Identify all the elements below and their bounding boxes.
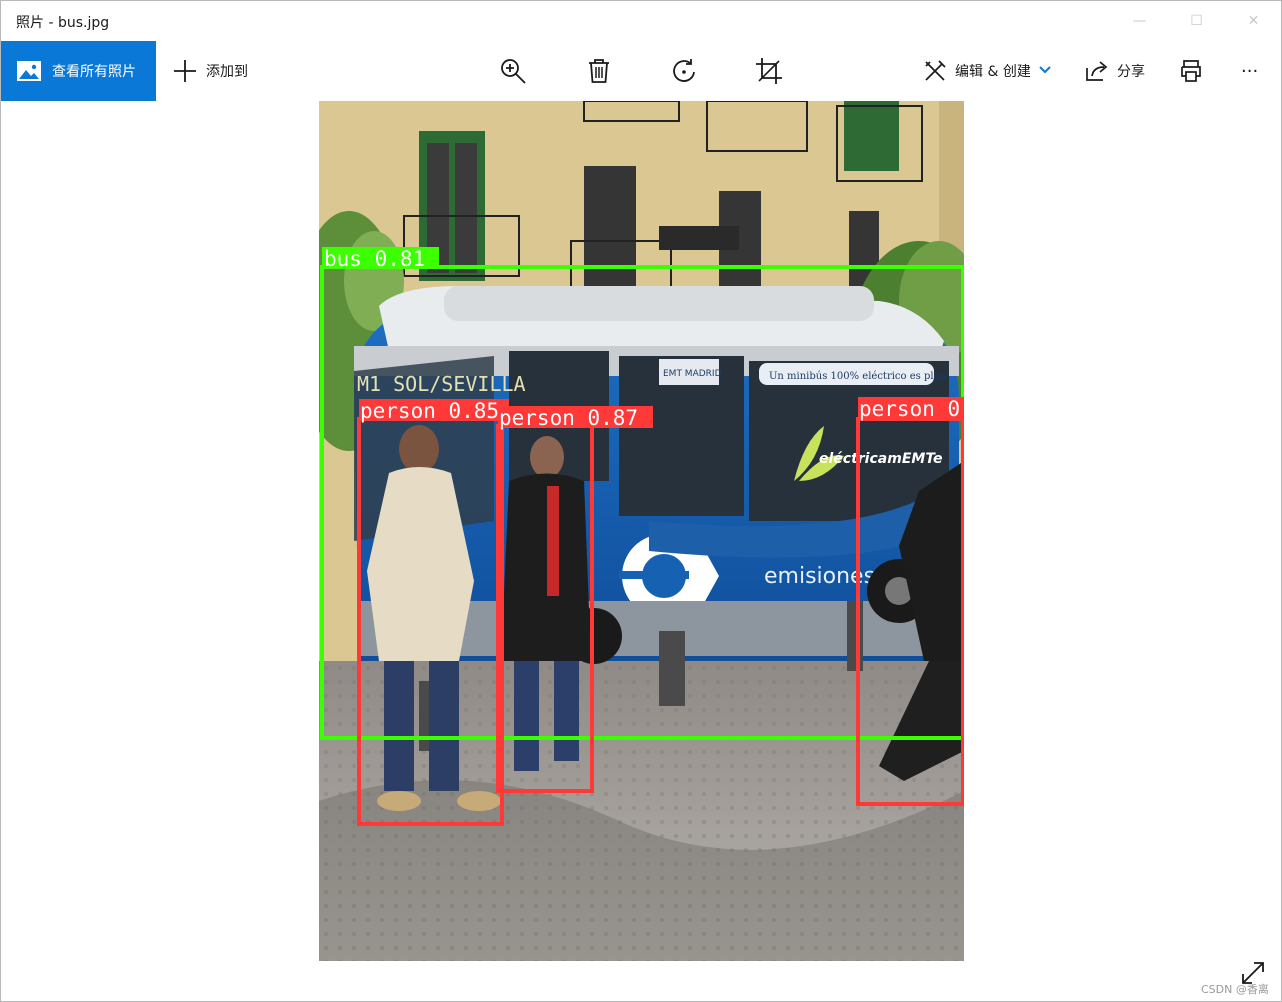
detection-label-bus: bus 0.81 <box>324 247 425 271</box>
maximize-button[interactable]: ☐ <box>1168 1 1225 41</box>
watermark: CSDN @香离 <box>1201 983 1269 996</box>
delete-button[interactable] <box>585 41 613 101</box>
crop-icon <box>755 57 783 85</box>
gallery-icon <box>16 59 42 83</box>
bus-banner-text: Un minibús 100% eléctrico es plan <box>769 371 947 382</box>
edit-create-button[interactable]: 编辑 & 创建 <box>921 41 1051 101</box>
chevron-down-icon <box>1039 63 1051 79</box>
bus-photo: M1 SOL/SEVILLA Un minibús 100% eléctrico… <box>319 101 964 961</box>
more-options-button[interactable]: ··· <box>1241 41 1258 101</box>
detection-label-person-3: person 0 <box>859 397 960 421</box>
edit-create-label: 编辑 & 创建 <box>955 64 1031 80</box>
trash-icon <box>585 57 613 85</box>
rotate-icon <box>670 57 698 85</box>
crop-button[interactable] <box>755 41 783 101</box>
printer-icon <box>1177 57 1205 85</box>
add-to-label: 添加到 <box>206 64 248 80</box>
bus-badge: EMT MADRID <box>663 369 722 379</box>
share-icon <box>1083 57 1111 85</box>
print-button[interactable] <box>1177 41 1205 101</box>
bus-logo-text: eléctricamEMTe <box>819 451 943 467</box>
share-label: 分享 <box>1117 64 1145 80</box>
minimize-button[interactable]: — <box>1111 1 1168 41</box>
window-title: 照片 - bus.jpg <box>16 15 110 31</box>
title-bar: 照片 - bus.jpg — ☐ ✕ <box>1 1 1281 41</box>
photo-view: M1 SOL/SEVILLA Un minibús 100% eléctrico… <box>319 101 964 961</box>
zoom-button[interactable] <box>499 41 527 101</box>
photos-app-window: 照片 - bus.jpg — ☐ ✕ 查看所有照片 添加到 编辑 & 创建 分享… <box>0 0 1282 1002</box>
close-button[interactable]: ✕ <box>1225 1 1282 41</box>
edit-tools-icon <box>921 57 949 85</box>
view-all-photos-button[interactable]: 查看所有照片 <box>1 41 156 101</box>
rotate-button[interactable] <box>670 41 698 101</box>
add-to-button[interactable]: 添加到 <box>171 41 248 101</box>
plus-icon <box>171 57 199 85</box>
bus-route-sign: M1 SOL/SEVILLA <box>357 372 526 396</box>
share-button[interactable]: 分享 <box>1083 41 1145 101</box>
view-all-photos-label: 查看所有照片 <box>52 64 136 80</box>
toolbar: 查看所有照片 添加到 编辑 & 创建 分享 ··· <box>1 41 1281 101</box>
zoom-in-icon <box>499 57 527 85</box>
detection-label-person-1: person 0.85 <box>360 399 499 423</box>
detection-label-person-2: person 0.87 <box>499 406 638 430</box>
